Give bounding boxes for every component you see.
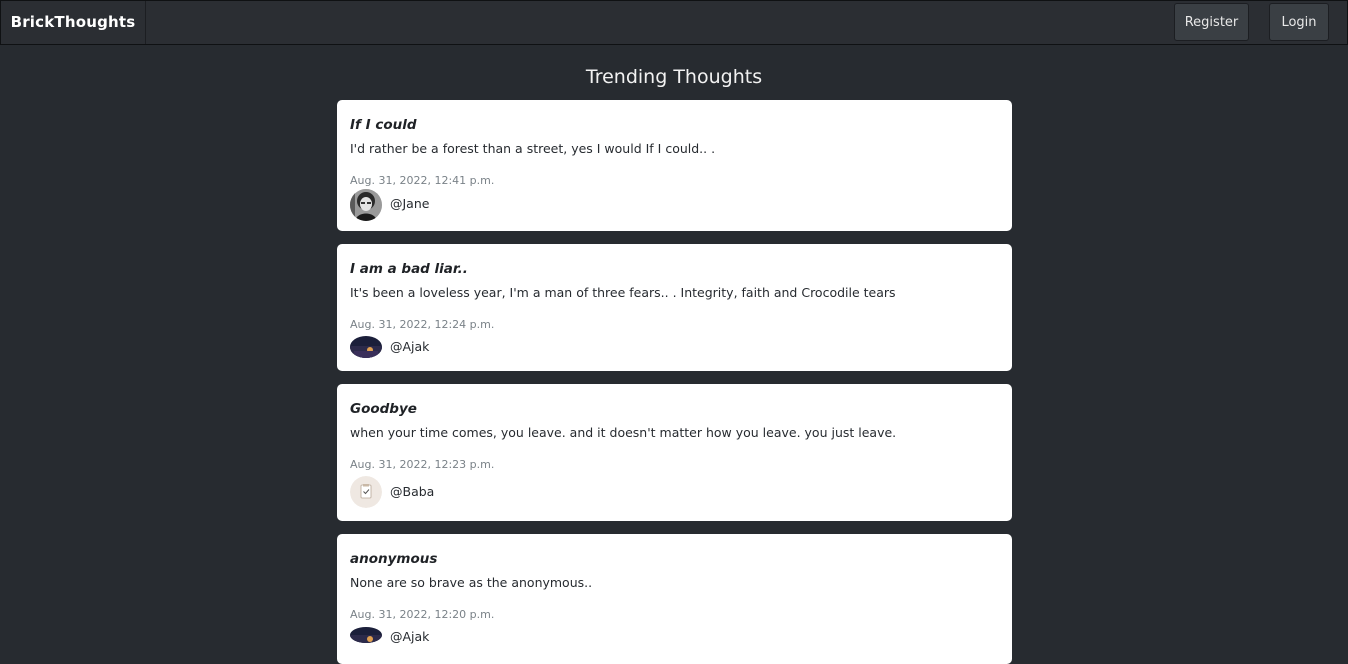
thought-timestamp: Aug. 31, 2022, 12:24 p.m.	[350, 318, 495, 331]
thought-card[interactable]: anonymous None are so brave as the anony…	[337, 534, 1012, 664]
thought-card[interactable]: I am a bad liar.. It's been a loveless y…	[337, 244, 1012, 371]
thought-card[interactable]: If I could I'd rather be a forest than a…	[337, 100, 1012, 231]
thought-body: It's been a loveless year, I'm a man of …	[350, 285, 896, 300]
author-username[interactable]: @Ajak	[390, 339, 429, 354]
thought-body: I'd rather be a forest than a street, ye…	[350, 141, 716, 156]
avatar-night-sky-icon[interactable]	[350, 627, 382, 643]
thought-body: when your time comes, you leave. and it …	[350, 425, 897, 440]
author-username[interactable]: @Ajak	[390, 629, 429, 644]
avatar-night-sky-icon[interactable]	[350, 336, 382, 358]
thought-title[interactable]: anonymous	[350, 551, 437, 567]
thought-timestamp: Aug. 31, 2022, 12:23 p.m.	[350, 458, 495, 471]
page-title: Trending Thoughts	[585, 66, 763, 88]
thought-title[interactable]: If I could	[350, 117, 417, 133]
thought-timestamp: Aug. 31, 2022, 12:20 p.m.	[350, 608, 495, 621]
top-navbar: BrickThoughts Register Login	[0, 0, 1348, 45]
login-button[interactable]: Login	[1269, 3, 1329, 41]
thought-body: None are so brave as the anonymous..	[350, 575, 593, 590]
author-username[interactable]: @Baba	[390, 484, 434, 499]
thought-timestamp: Aug. 31, 2022, 12:41 p.m.	[350, 174, 495, 187]
thought-card[interactable]: Goodbye when your time comes, you leave.…	[337, 384, 1012, 521]
thought-title[interactable]: Goodbye	[350, 401, 417, 417]
avatar-clipboard-check-icon[interactable]	[350, 476, 382, 508]
thought-title[interactable]: I am a bad liar..	[350, 261, 468, 277]
author-username[interactable]: @Jane	[390, 196, 429, 211]
register-button[interactable]: Register	[1174, 3, 1249, 41]
brand-logo[interactable]: BrickThoughts	[1, 1, 146, 44]
avatar-bw-portrait-icon[interactable]	[350, 189, 382, 221]
